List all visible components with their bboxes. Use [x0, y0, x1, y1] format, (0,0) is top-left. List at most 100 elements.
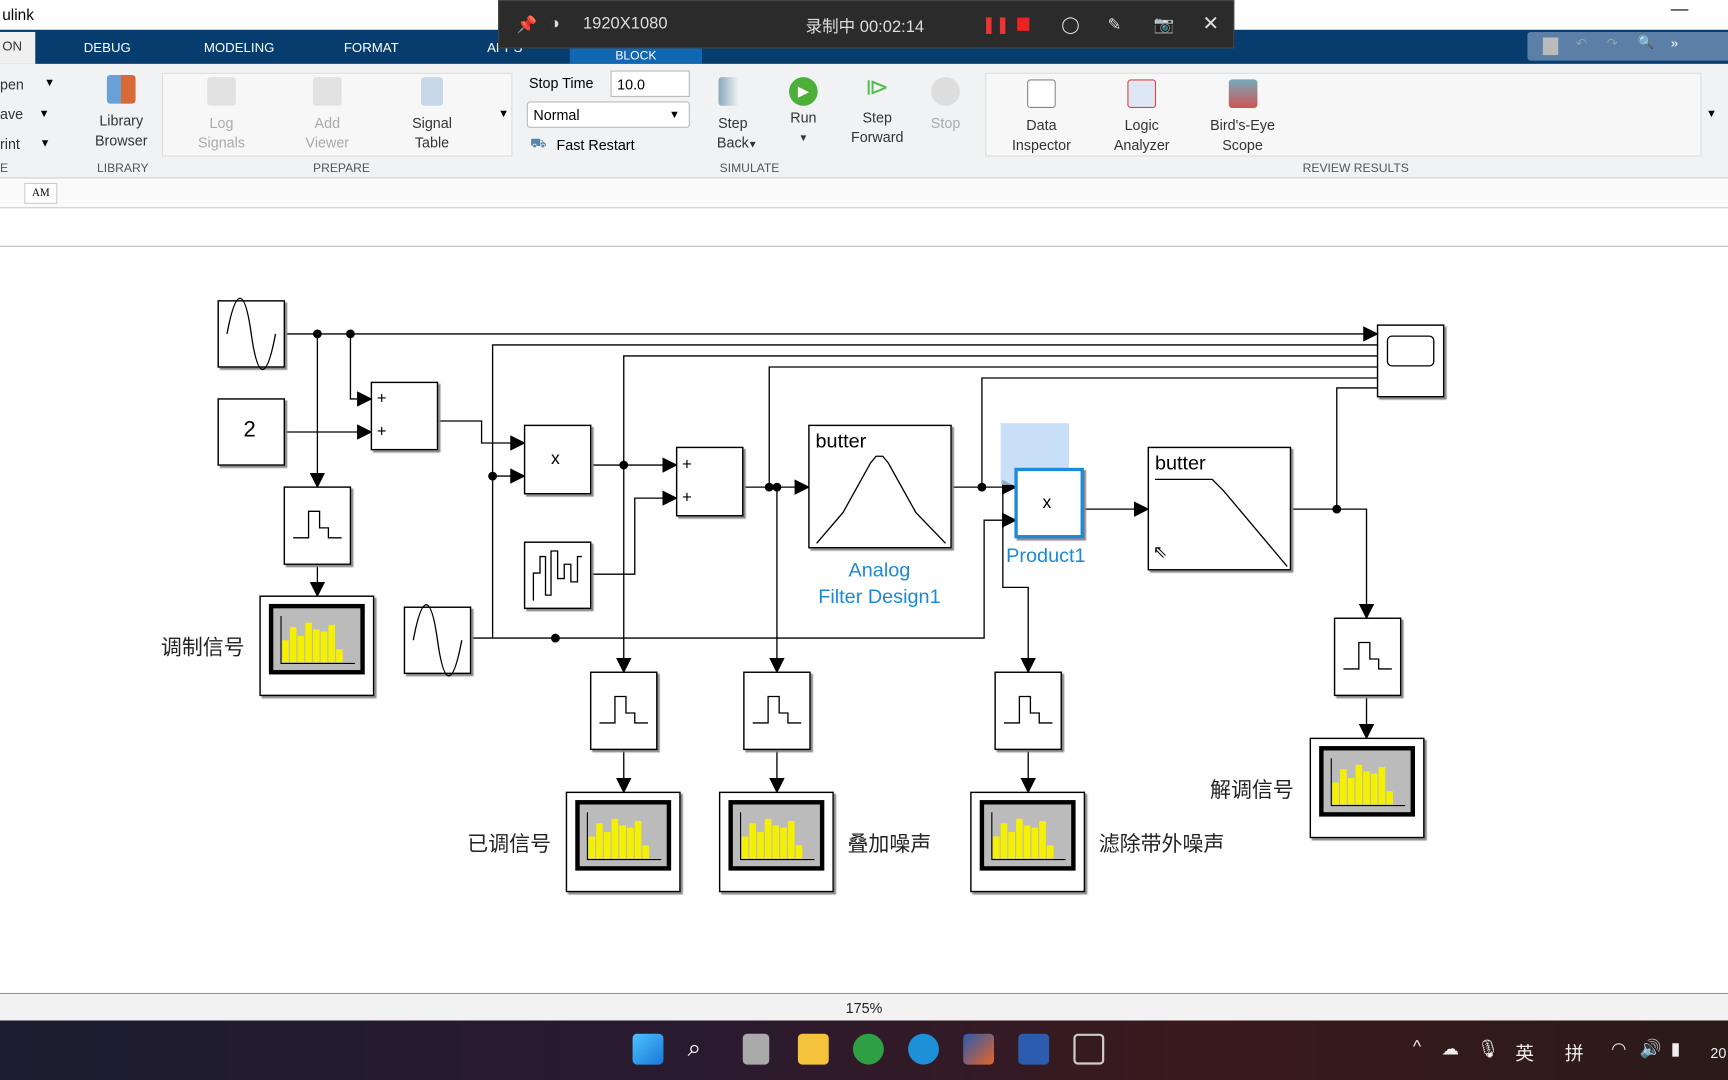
quick-access-toolbar: ↶ ↷ 🔍 »	[1527, 31, 1728, 61]
file-explorer-icon[interactable]	[797, 1033, 829, 1065]
zoh-block[interactable]	[1333, 617, 1402, 697]
data-inspector-icon	[1027, 79, 1056, 108]
review-expand-icon[interactable]: ▼	[1706, 108, 1717, 120]
search-icon[interactable]: 🔍	[1638, 34, 1654, 49]
volume-icon[interactable]: 🔊	[1640, 1038, 1662, 1060]
pen-icon[interactable]: ✎	[1108, 14, 1122, 34]
spectrum-bar	[787, 821, 795, 859]
spectrum-icon	[728, 800, 825, 871]
camera-app-icon[interactable]	[1073, 1033, 1105, 1065]
print-dropdown-icon[interactable]: ▼	[40, 138, 51, 150]
edge-icon[interactable]	[908, 1033, 939, 1065]
open-button[interactable]: pen	[0, 75, 24, 95]
spectrum-bar	[297, 635, 305, 663]
filter1-title: butter	[815, 429, 867, 452]
start-icon[interactable]	[632, 1033, 664, 1065]
breadcrumb-model[interactable]: AM	[24, 182, 58, 204]
spectrum-bar	[1370, 773, 1378, 805]
spectrum-bar	[588, 836, 596, 859]
pin-icon[interactable]: 📌	[517, 14, 538, 34]
add-viewer-button[interactable]: Add Viewer	[300, 77, 355, 153]
simulate-section-label: SIMULATE	[719, 161, 780, 176]
noise-added-label: 叠加噪声	[847, 833, 932, 857]
log-signals-button[interactable]: Log Signals	[194, 77, 249, 153]
save-dropdown-icon[interactable]: ▼	[39, 108, 50, 120]
stop-button[interactable]: Stop	[924, 77, 968, 133]
fast-restart-icon[interactable]: ⛟	[530, 136, 547, 154]
birds-eye-scope-button[interactable]: Bird's-Eye Scope	[1201, 79, 1284, 155]
spectrum-bar	[1340, 769, 1347, 805]
zoh-block[interactable]	[589, 671, 658, 751]
step-forward-button[interactable]: ⧐ Step Forward	[844, 74, 910, 148]
onedrive-icon[interactable]: ☁	[1441, 1038, 1459, 1060]
fast-restart-button[interactable]: Fast Restart	[557, 137, 635, 154]
prepare-expand-icon[interactable]: ▼	[498, 108, 509, 120]
save-button[interactable]: ave	[0, 105, 24, 125]
spectrum-bar	[1386, 791, 1393, 805]
mouse-cursor-icon: ⇖	[1152, 543, 1168, 563]
ime-language[interactable]: 英	[1515, 1038, 1534, 1066]
signal-table-button[interactable]: Signal Table	[404, 77, 459, 153]
birds-eye-icon	[1228, 79, 1257, 108]
spectrum-bar	[764, 818, 772, 859]
simulation-mode-value: Normal	[533, 106, 580, 124]
zoh-block[interactable]	[743, 671, 811, 751]
task-view-icon[interactable]	[742, 1033, 770, 1065]
print-button[interactable]: rint	[0, 134, 24, 154]
data-inspector-button[interactable]: Data Inspector	[1003, 79, 1080, 155]
constant-value: 2	[243, 417, 256, 442]
spectrum-bar	[328, 624, 336, 663]
word-icon[interactable]	[1018, 1033, 1050, 1065]
file-section-label: E	[0, 161, 9, 176]
product1-label[interactable]: Product1	[1006, 544, 1085, 567]
log-signals-icon	[207, 77, 236, 106]
modulating-signal-label: 调制信号	[160, 636, 245, 661]
stop-record-icon[interactable]	[1017, 17, 1030, 31]
step-back-button[interactable]: Step Back ▼	[705, 77, 760, 154]
logic-analyzer-button[interactable]: Logic Analyzer	[1103, 79, 1180, 155]
run-dropdown-icon[interactable]: ▼	[781, 128, 825, 148]
zoh-block[interactable]	[283, 486, 352, 565]
mic-icon[interactable]: 🎙	[1477, 1038, 1499, 1060]
battery-icon[interactable]: ▮	[1671, 1038, 1681, 1060]
open-dropdown-icon[interactable]: ▼	[44, 77, 55, 89]
model-canvas[interactable]: 2 + + x + + butter Analog Filter Design1 …	[0, 247, 1728, 993]
ime-mode[interactable]: 拼	[1565, 1038, 1584, 1066]
tray-chevron-icon[interactable]: ^	[1413, 1038, 1421, 1058]
spectrum-icon	[1319, 746, 1416, 817]
step-back-dropdown-icon[interactable]: ▼	[745, 134, 760, 154]
logic-analyzer-icon	[1127, 79, 1157, 108]
close-recorder-icon[interactable]: ✕	[1202, 12, 1219, 35]
contrast-icon[interactable]: ◑	[550, 14, 560, 33]
save-icon[interactable]	[1542, 37, 1559, 56]
simulation-mode-select[interactable]: Normal ▼	[526, 101, 690, 128]
stop-time-input[interactable]: 10.0	[610, 70, 690, 97]
spectrum-bar	[1355, 764, 1363, 805]
matlab-icon[interactable]	[963, 1033, 995, 1065]
ribbon: pen ave rint ▼ ▼ ▼ E Library Browser LIB…	[0, 63, 1728, 179]
filter1-label[interactable]: Analog Filter Design1	[813, 557, 945, 610]
tab-simulation[interactable]: ON	[0, 31, 36, 64]
pause-icon[interactable]: ❚❚	[982, 14, 1010, 34]
app-icon[interactable]	[852, 1033, 884, 1065]
file-group: pen ave rint	[0, 75, 24, 154]
more-icon[interactable]: »	[1671, 35, 1678, 50]
spectrum-bar	[634, 821, 642, 859]
redo-icon[interactable]: ↷	[1607, 35, 1618, 50]
spectrum-bar	[1332, 782, 1339, 805]
spectrum-bar	[320, 631, 328, 663]
search-icon[interactable]: ⌕	[688, 1034, 719, 1065]
library-browser-button[interactable]: Library Browser	[93, 74, 150, 151]
undo-icon[interactable]: ↶	[1576, 35, 1587, 50]
wifi-icon[interactable]: ◠	[1611, 1038, 1626, 1060]
tab-debug[interactable]: DEBUG	[84, 40, 131, 55]
run-button[interactable]: ▶ Run ▼	[781, 77, 825, 148]
zoh-block[interactable]	[994, 671, 1062, 751]
spectrum-bar	[1363, 771, 1370, 805]
zoom-icon[interactable]: ◯	[1061, 14, 1080, 34]
tab-modeling[interactable]: MODELING	[204, 40, 275, 55]
camera-icon[interactable]: 📷	[1154, 14, 1175, 34]
tab-format[interactable]: FORMAT	[344, 40, 399, 55]
minimize-button[interactable]: —	[1671, 0, 1689, 20]
spectrum-bar	[1378, 767, 1386, 805]
